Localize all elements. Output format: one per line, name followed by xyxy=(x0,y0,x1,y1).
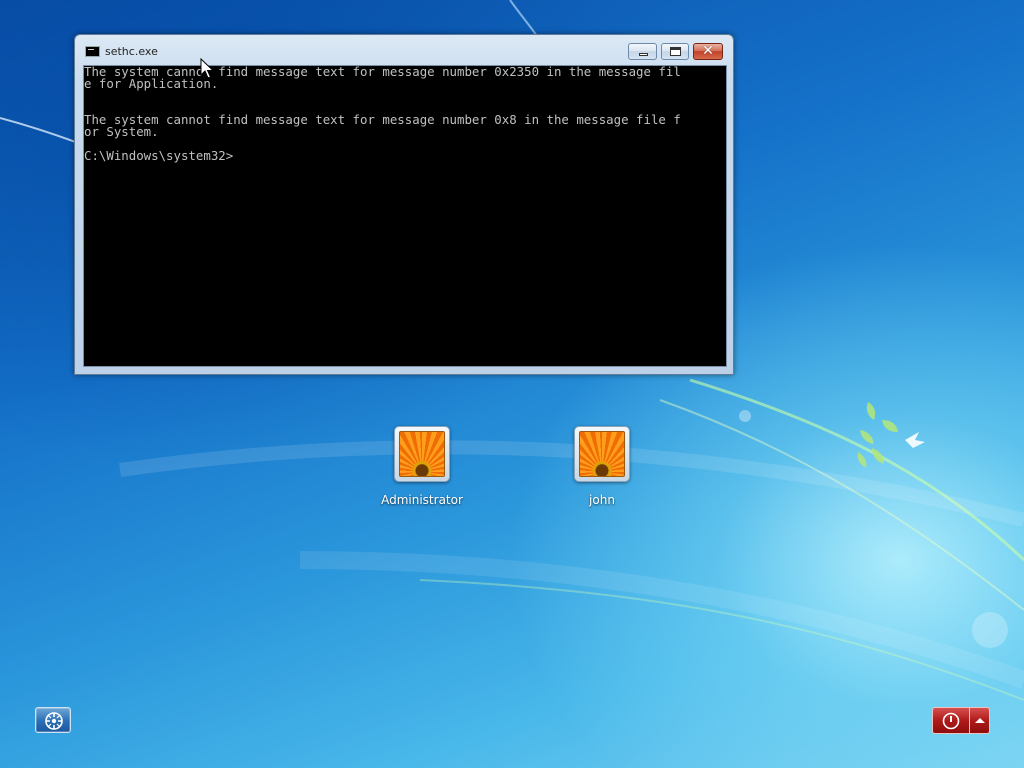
window-title: sethc.exe xyxy=(105,45,158,58)
console-window[interactable]: sethc.exe ✕ The system cannot find messa… xyxy=(74,34,734,375)
mouse-cursor-icon xyxy=(200,58,214,79)
console-line: e for Application. xyxy=(84,76,219,91)
console-line: or System. xyxy=(84,124,159,139)
maximize-button[interactable] xyxy=(661,43,689,60)
close-icon: ✕ xyxy=(702,43,714,59)
console-line: The system cannot find message text for … xyxy=(84,112,681,127)
title-bar[interactable]: sethc.exe ✕ xyxy=(75,35,733,65)
flower-avatar-icon xyxy=(399,431,445,477)
flower-avatar-icon xyxy=(579,431,625,477)
user-tile-john[interactable]: john xyxy=(542,426,662,507)
avatar[interactable] xyxy=(574,426,630,482)
minimize-button[interactable] xyxy=(628,43,657,60)
user-name: john xyxy=(589,493,615,507)
power-icon xyxy=(942,712,960,730)
avatar[interactable] xyxy=(394,426,450,482)
ease-of-access-icon xyxy=(45,712,63,730)
user-name: Administrator xyxy=(381,493,463,507)
console-output[interactable]: The system cannot find message text for … xyxy=(83,65,727,367)
user-tile-administrator[interactable]: Administrator xyxy=(362,426,482,507)
close-button[interactable]: ✕ xyxy=(693,43,723,60)
console-icon xyxy=(85,46,100,57)
maximize-icon xyxy=(670,47,681,56)
minimize-icon xyxy=(639,53,648,56)
ease-of-access-button[interactable] xyxy=(35,707,71,733)
shutdown-control xyxy=(932,707,990,734)
console-prompt[interactable]: C:\Windows\system32> xyxy=(84,149,726,162)
shutdown-button[interactable] xyxy=(932,707,969,734)
shutdown-options-button[interactable] xyxy=(969,707,990,734)
